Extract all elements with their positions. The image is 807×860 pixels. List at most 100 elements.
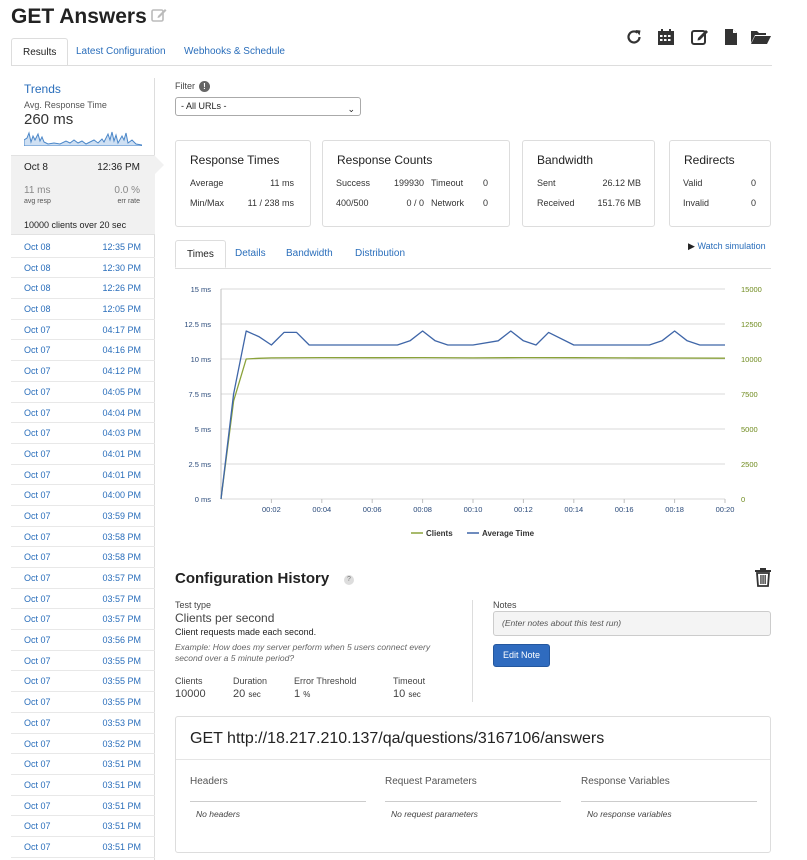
run-list-item[interactable]: Oct 07 03:56 PM [11, 630, 155, 651]
run-date: Oct 07 [24, 469, 51, 480]
card-title: Redirects [684, 153, 735, 167]
x-tick-label: 00:14 [564, 505, 583, 514]
bandwidth-card: Bandwidth Sent 26.12 MB Received 151.76 … [522, 140, 655, 227]
request-url: GET http://18.217.210.137/qa/questions/3… [190, 730, 605, 747]
tab-distribution[interactable]: Distribution [355, 240, 405, 268]
play-icon: ▶ [688, 241, 695, 251]
run-list-item[interactable]: Oct 07 03:51 PM [11, 837, 155, 858]
run-time: 03:51 PM [102, 779, 141, 790]
avg-response-time-value: 260 ms [24, 111, 74, 128]
x-tick-label: 00:02 [262, 505, 281, 514]
run-list-item[interactable]: Oct 07 03:51 PM [11, 775, 155, 796]
run-date: Oct 07 [24, 407, 51, 418]
run-list-item[interactable]: Oct 07 04:04 PM [11, 403, 155, 424]
tab-webhooks-schedule[interactable]: Webhooks & Schedule [184, 38, 285, 66]
run-list-item[interactable]: Oct 07 03:57 PM [11, 609, 155, 631]
run-time: 03:59 PM [102, 510, 141, 521]
run-list-item[interactable]: Oct 07 03:51 PM [11, 754, 155, 775]
legend-average-time-label: Average Time [482, 529, 535, 538]
run-list-item[interactable]: Oct 07 03:57 PM [11, 589, 155, 610]
headers-title: Headers [190, 776, 228, 787]
tab-times[interactable]: Times [175, 240, 226, 268]
run-list-item[interactable]: Oct 07 04:03 PM [11, 423, 155, 444]
run-list-item[interactable]: Oct 07 03:58 PM [11, 527, 155, 548]
folder-open-icon[interactable] [750, 27, 772, 47]
run-list-item[interactable]: Oct 08 12:30 PM [11, 258, 155, 279]
tab-bandwidth[interactable]: Bandwidth [286, 240, 333, 268]
card-title: Bandwidth [537, 153, 594, 167]
calendar-icon[interactable] [656, 27, 676, 47]
selected-run-avg-resp: 11 ms [24, 185, 51, 196]
trends-link[interactable]: Trends [24, 82, 61, 96]
run-list-item[interactable]: Oct 07 03:59 PM [11, 506, 155, 527]
invalid-value: 0 [750, 198, 756, 208]
timeout-label: Timeout [393, 676, 426, 686]
help-icon[interactable]: ? [344, 575, 354, 585]
edit-note-button[interactable]: Edit Note [493, 644, 550, 667]
run-date: Oct 07 [24, 697, 51, 708]
tab-details[interactable]: Details [235, 240, 266, 268]
timeout-value: 10 sec [393, 688, 421, 700]
run-list-item[interactable]: Oct 07 04:00 PM [11, 485, 155, 506]
run-date: Oct 07 [24, 738, 51, 749]
file-icon[interactable] [721, 27, 741, 47]
run-date: Oct 08 [24, 262, 51, 273]
run-time: 04:01 PM [102, 448, 141, 459]
trash-icon[interactable] [754, 567, 772, 587]
tab-results[interactable]: Results [11, 38, 69, 66]
run-list-item[interactable]: Oct 07 03:55 PM [11, 671, 155, 693]
run-list-item[interactable]: Oct 07 04:01 PM [11, 444, 155, 465]
config-divider [472, 600, 473, 702]
valid-label: Valid [683, 178, 703, 188]
selected-run-err-rate-label: err rate [117, 198, 140, 205]
run-time: 03:57 PM [102, 614, 141, 625]
run-time: 04:03 PM [102, 428, 141, 439]
request-params-empty: No request parameters [391, 809, 478, 819]
edit-icon[interactable] [690, 27, 710, 47]
run-date: Oct 07 [24, 614, 51, 625]
clients-value: 10000 [175, 688, 206, 700]
run-date: Oct 07 [24, 573, 51, 583]
notes-field[interactable]: (Enter notes about this test run) [493, 611, 771, 636]
tab-latest-configuration[interactable]: Latest Configuration [76, 38, 166, 66]
run-list-item[interactable]: Oct 08 12:26 PM [11, 278, 155, 300]
run-list-item[interactable]: Oct 07 03:57 PM [11, 568, 155, 589]
run-list-item[interactable]: Oct 07 03:51 PM [11, 796, 155, 817]
run-list-item[interactable]: Oct 07 03:53 PM [11, 713, 155, 734]
run-date: Oct 07 [24, 448, 51, 459]
url-filter-select[interactable]: - All URLs - ⌄ [175, 97, 361, 116]
run-date: Oct 07 [24, 510, 51, 521]
y-left-tick-label: 10 ms [191, 355, 212, 364]
run-list-item[interactable]: Oct 07 04:17 PM [11, 320, 155, 341]
run-time: 12:30 PM [102, 262, 141, 273]
run-list-item[interactable]: Oct 07 03:51 PM [11, 816, 155, 837]
run-list-item[interactable]: Oct 07 04:16 PM [11, 340, 155, 362]
run-time: 12:26 PM [102, 283, 141, 294]
run-date: Oct 07 [24, 345, 51, 356]
run-list: Oct 08 12:35 PM Oct 08 12:30 PM Oct 08 12:26 … [11, 237, 155, 858]
y-left-tick-label: 12.5 ms [184, 320, 211, 329]
run-list-item[interactable]: Oct 07 03:52 PM [11, 734, 155, 755]
run-list-item[interactable]: Oct 07 04:05 PM [11, 382, 155, 403]
response-vars-underline [581, 801, 757, 802]
edit-title-icon[interactable] [150, 6, 168, 24]
response-times-chart: 0 ms 0 2.5 ms 2500 5 ms 5000 7.5 ms 7500 10 ms 10… [184, 285, 762, 538]
response-times-card: Response Times Average 11 ms Min/Max 11 … [175, 140, 311, 227]
request-divider [176, 759, 770, 760]
watch-simulation-link[interactable]: ▶ Watch simulation [688, 241, 766, 252]
run-list-item[interactable]: Oct 07 03:55 PM [11, 651, 155, 672]
card-title: Response Counts [337, 153, 433, 167]
run-list-item[interactable]: Oct 08 12:05 PM [11, 299, 155, 320]
run-list-item[interactable]: Oct 07 04:12 PM [11, 361, 155, 382]
y-right-tick-label: 2500 [741, 460, 758, 469]
refresh-icon[interactable] [624, 27, 644, 47]
x-tick-label: 00:16 [615, 505, 634, 514]
run-list-item[interactable]: Oct 07 03:55 PM [11, 692, 155, 713]
selected-run-err-rate: 0.0 % [114, 185, 140, 196]
run-time: 03:52 PM [102, 738, 141, 749]
run-date: Oct 07 [24, 821, 51, 832]
info-icon[interactable]: ! [199, 81, 210, 92]
run-list-item[interactable]: Oct 07 04:01 PM [11, 465, 155, 486]
run-list-item[interactable]: Oct 07 03:58 PM [11, 547, 155, 568]
run-list-item[interactable]: Oct 08 12:35 PM [11, 237, 155, 258]
